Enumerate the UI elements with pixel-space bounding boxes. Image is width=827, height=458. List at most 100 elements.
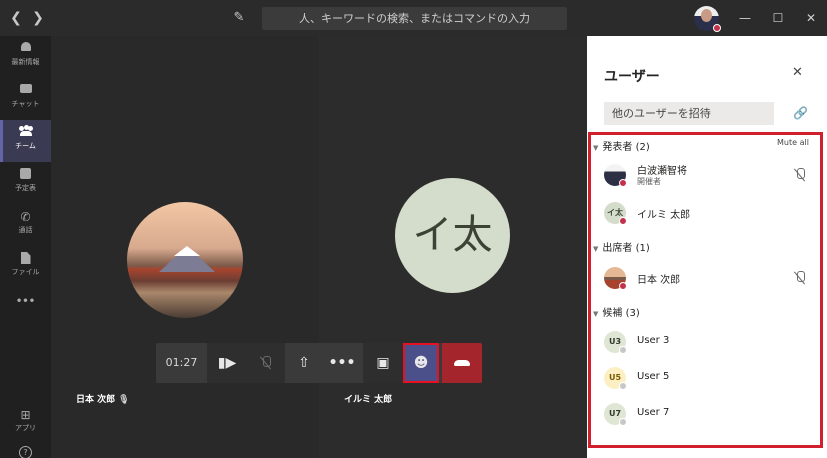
status-offline-icon <box>619 418 627 426</box>
person-name: User 5 <box>637 371 670 382</box>
app-rail: 最新情報 チャット チーム 予定表 ✆ 通話 ファイル ••• ⊞ アプリ ? <box>0 36 51 458</box>
close-panel-button[interactable]: ✕ <box>792 65 803 80</box>
status-busy-icon <box>619 179 627 187</box>
phone-icon: ✆ <box>20 210 31 224</box>
avatar-initials: U3 <box>608 337 622 346</box>
rail-item-calendar[interactable]: 予定表 <box>0 162 51 204</box>
help-icon: ? <box>19 446 32 458</box>
rail-item-chat[interactable]: チャット <box>0 78 51 120</box>
list-item[interactable]: U3 User 3 <box>587 325 823 359</box>
camera-off-icon: ▮▶ <box>217 355 237 371</box>
mic-icon: 🎙 <box>118 395 130 405</box>
list-item[interactable]: 白波瀬智将 開催者 <box>587 158 823 192</box>
chat-icon <box>19 84 33 98</box>
person-name: User 7 <box>637 407 670 418</box>
title-bar: ❮ ❯ ✎ 人、キーワードの検索、またはコマンドの入力 — ☐ ✕ <box>0 0 827 36</box>
participant-initials-avatar: イ太 <box>395 178 510 293</box>
caret-down-icon: ▼ <box>593 245 599 253</box>
rail-item-help[interactable]: ? <box>0 440 51 458</box>
share-screen-button[interactable]: ⇧ <box>287 343 321 383</box>
chat-toggle-button[interactable]: ▣ <box>363 343 403 383</box>
section-presenters[interactable]: ▼ 発表者 (2) <box>593 138 650 153</box>
close-window-button[interactable]: ✕ <box>802 9 820 27</box>
file-icon <box>19 252 33 266</box>
status-busy-icon <box>619 217 627 225</box>
list-item[interactable]: U5 User 5 <box>587 361 823 395</box>
person-name: イルミ 太郎 <box>637 210 691 221</box>
chevron-right-icon: ❯ <box>32 10 44 26</box>
avatar: イ太 <box>604 202 627 225</box>
list-item[interactable]: 日本 次郎 <box>587 261 823 295</box>
chevron-left-icon: ❮ <box>10 10 22 26</box>
hang-up-button[interactable] <box>442 343 482 383</box>
more-options-button[interactable]: ••• <box>325 343 359 383</box>
back-button[interactable]: ❮ <box>6 8 26 28</box>
camera-toggle-button[interactable]: ▮▶ <box>207 343 247 383</box>
caret-down-icon: ▼ <box>593 310 599 318</box>
participants-icon: ☻ <box>413 355 429 371</box>
rail-label: アプリ <box>15 424 36 432</box>
rail-item-files[interactable]: ファイル <box>0 246 51 288</box>
avatar-face <box>701 9 712 22</box>
mic-off-icon <box>260 356 272 370</box>
section-candidates[interactable]: ▼ 候補 (3) <box>593 304 640 319</box>
mic-off-icon <box>794 168 806 185</box>
participants-button[interactable]: ☻ <box>403 343 439 383</box>
section-label: 発表者 (2) <box>602 142 650 153</box>
list-item[interactable]: U7 User 7 <box>587 397 823 431</box>
video-tile-left: 日本 次郎 🎙 <box>51 36 318 458</box>
status-offline-icon <box>619 382 627 390</box>
person-role: 開催者 <box>637 177 661 186</box>
person-name: 白波瀬智将 <box>637 166 687 177</box>
call-controls: 01:27 ▮▶ ⇧ ••• ▣ ☻ <box>156 343 482 383</box>
maximize-button[interactable]: ☐ <box>769 9 787 27</box>
avatar <box>604 164 627 187</box>
apps-icon: ⊞ <box>20 408 31 422</box>
rail-item-teams[interactable]: チーム <box>0 120 51 162</box>
rail-label: 通話 <box>18 226 33 234</box>
mute-all-link[interactable]: Mute all <box>777 138 809 147</box>
avatar-initials: U5 <box>608 373 622 382</box>
section-label: 候補 (3) <box>602 308 640 319</box>
call-timer: 01:27 <box>165 356 198 369</box>
rail-item-more[interactable]: ••• <box>0 292 51 322</box>
people-panel: ユーザー ✕ 他のユーザーを招待 🔗 ▼ 発表者 (2) Mute all 白波瀬… <box>587 36 827 458</box>
copy-link-button[interactable]: 🔗 <box>793 106 808 120</box>
more-icon: ••• <box>328 355 356 371</box>
mic-toggle-button[interactable] <box>247 343 285 383</box>
more-icon: ••• <box>15 296 36 307</box>
person-name: 日本 次郎 <box>637 275 681 286</box>
person-name: User 3 <box>637 335 670 346</box>
rail-label: 予定表 <box>15 184 36 192</box>
close-icon: ✕ <box>792 65 803 80</box>
participant-name-text: 日本 次郎 <box>76 395 116 405</box>
rail-label: チーム <box>15 142 36 150</box>
section-attendees[interactable]: ▼ 出席者 (1) <box>593 239 650 254</box>
search-input[interactable]: 人、キーワードの検索、またはコマンドの入力 <box>262 7 567 30</box>
share-icon: ⇧ <box>298 355 310 371</box>
avatar: U3 <box>604 331 627 354</box>
chat-icon: ▣ <box>376 355 390 371</box>
forward-button[interactable]: ❯ <box>28 8 48 28</box>
participant-name-left: 日本 次郎 🎙 <box>76 392 130 405</box>
invite-input[interactable]: 他のユーザーを招待 <box>604 102 774 125</box>
teams-window: ❮ ❯ ✎ 人、キーワードの検索、またはコマンドの入力 — ☐ ✕ 最新情報 チ… <box>0 0 827 458</box>
video-tile-right: イ太 イルミ 太郎 <box>319 36 587 458</box>
section-label: 出席者 (1) <box>602 243 650 254</box>
teams-icon <box>18 125 33 140</box>
list-item[interactable]: イ太 イルミ 太郎 <box>587 196 823 230</box>
avatar <box>604 267 627 290</box>
rail-item-calls[interactable]: ✆ 通話 <box>0 204 51 246</box>
status-busy-icon <box>619 282 627 290</box>
compose-button[interactable]: ✎ <box>229 8 249 28</box>
avatar-initials: イ太 <box>607 208 623 217</box>
call-stage: 日本 次郎 🎙 イ太 イルミ 太郎 01:27 ▮▶ ⇧ ••• ▣ ☻ <box>51 36 587 458</box>
compose-icon: ✎ <box>233 10 245 25</box>
avatar: U7 <box>604 403 627 426</box>
status-busy-icon <box>713 24 721 32</box>
rail-label: チャット <box>11 100 40 108</box>
rail-item-activity[interactable]: 最新情報 <box>0 36 51 78</box>
minimize-button[interactable]: — <box>736 9 754 27</box>
hang-up-icon <box>454 360 470 366</box>
rail-item-apps[interactable]: ⊞ アプリ <box>0 402 51 444</box>
